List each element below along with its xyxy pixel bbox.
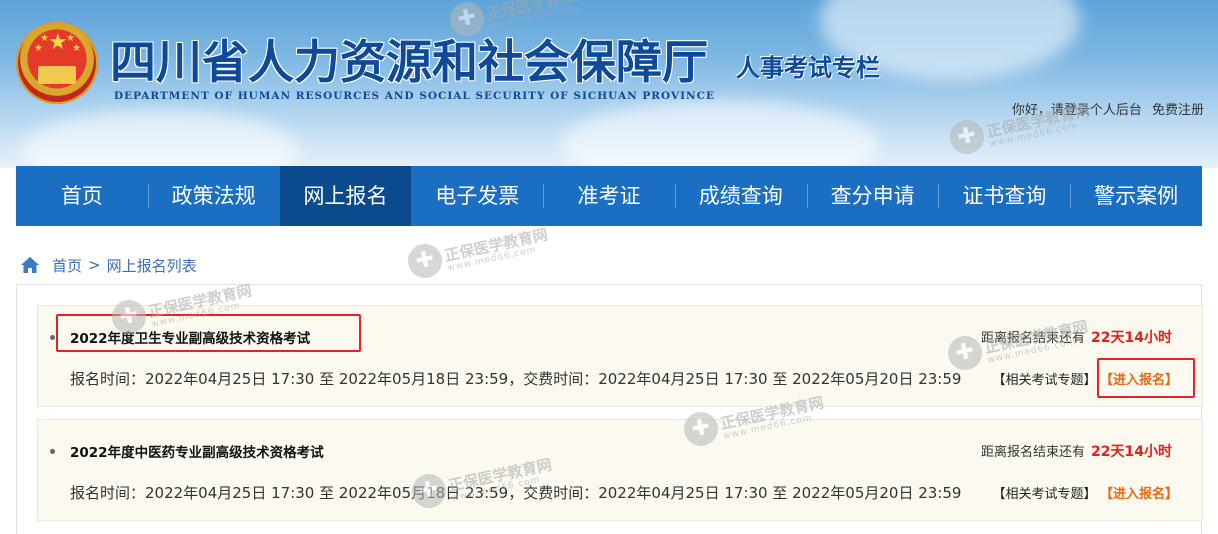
exam-times: 报名时间：2022年04月25日 17:30 至 2022年05月18日 23:…: [70, 484, 962, 502]
exam-card: 2022年度卫生专业副高级技术资格考试 距离报名结束还有 22天14小时 报名时间…: [37, 305, 1203, 407]
exam-list: 2022年度卫生专业副高级技术资格考试 距离报名结束还有 22天14小时 报名时间…: [16, 284, 1203, 534]
breadcrumb-separator: >: [88, 256, 101, 274]
nav-item-policy[interactable]: 政策法规: [147, 166, 280, 226]
exam-title-link[interactable]: 2022年度卫生专业副高级技术资格考试: [70, 327, 310, 347]
enter-signup-link[interactable]: 【进入报名】: [1106, 373, 1178, 388]
nav-item-warning-cases[interactable]: 警示案例: [1070, 166, 1202, 226]
home-icon: [21, 257, 39, 273]
card-actions: 【相关考试专题】 【进入报名】: [992, 483, 1178, 502]
site-subtitle-en: DEPARTMENT OF HUMAN RESOURCES AND SOCIAL…: [114, 90, 715, 102]
countdown-value: 22天14小时: [1091, 330, 1172, 346]
nav-item-online-registration[interactable]: 网上报名: [279, 166, 412, 226]
watermark: ✚ 正保医学教育网 www.med66.com: [404, 225, 551, 282]
site-header: ★ ★ ★ ★ ★ 四川省人力资源和社会保障厅 DEPARTMENT OF HU…: [0, 0, 1218, 168]
cloud-decoration: [20, 110, 300, 168]
cloud-decoration: [560, 100, 880, 168]
breadcrumb-home-link[interactable]: 首页: [52, 255, 82, 276]
bullet-icon: [50, 335, 55, 340]
breadcrumb: 首页 > 网上报名列表: [20, 254, 197, 276]
card-actions: 【相关考试专题】 【进入报名】: [992, 369, 1178, 388]
watermark-logo-icon: ✚: [404, 240, 446, 282]
site-title: 四川省人力资源和社会保障厅: [110, 35, 708, 89]
enter-signup-link[interactable]: 【进入报名】: [1106, 487, 1178, 502]
countdown: 距离报名结束还有 22天14小时: [981, 441, 1172, 461]
countdown-label: 距离报名结束还有: [981, 331, 1086, 346]
nav-item-score-query[interactable]: 成绩查询: [674, 166, 807, 226]
nav-item-certificate-query[interactable]: 证书查询: [938, 166, 1070, 226]
nav-item-home[interactable]: 首页: [16, 166, 148, 226]
countdown-label: 距离报名结束还有: [981, 445, 1086, 460]
bullet-icon: [50, 449, 55, 454]
nav-item-score-review[interactable]: 查分申请: [806, 166, 939, 226]
related-topic-link[interactable]: 【相关考试专题】: [992, 373, 1096, 388]
nav-item-admission-ticket[interactable]: 准考证: [543, 166, 675, 226]
national-emblem-icon: ★ ★ ★ ★ ★: [16, 22, 98, 104]
exam-title-link[interactable]: 2022年度中医药专业副高级技术资格考试: [70, 441, 324, 461]
exam-card: 2022年度中医药专业副高级技术资格考试 距离报名结束还有 22天14小时 报名时…: [37, 419, 1203, 521]
exam-times: 报名时间：2022年04月25日 17:30 至 2022年05月18日 23:…: [70, 370, 962, 388]
related-topic-link[interactable]: 【相关考试专题】: [992, 487, 1096, 502]
login-link[interactable]: 你好，请登录个人后台: [1012, 103, 1142, 118]
nav-item-e-invoice[interactable]: 电子发票: [411, 166, 543, 226]
countdown: 距离报名结束还有 22天14小时: [981, 327, 1172, 347]
register-link[interactable]: 免费注册: [1152, 103, 1204, 118]
breadcrumb-current: 网上报名列表: [106, 256, 197, 275]
column-name: 人事考试专栏: [736, 54, 880, 82]
user-links: 你好，请登录个人后台 免费注册: [1006, 99, 1204, 118]
main-nav: 首页 政策法规 网上报名 电子发票 准考证 成绩查询 查分申请 证书查询 警示案…: [16, 166, 1202, 226]
countdown-value: 22天14小时: [1091, 444, 1172, 460]
